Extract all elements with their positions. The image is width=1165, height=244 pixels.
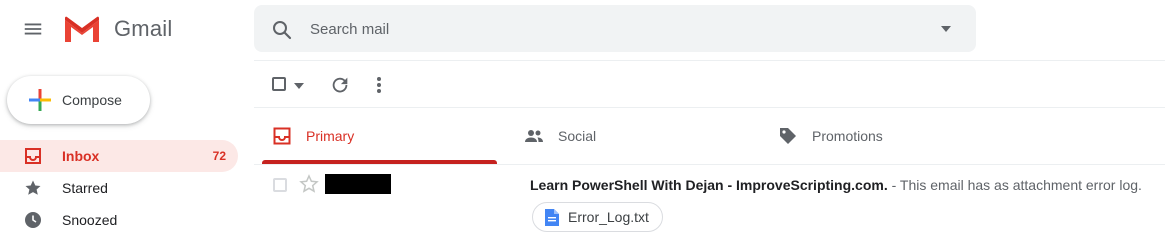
plus-icon	[29, 89, 51, 111]
inbox-icon	[25, 148, 41, 164]
search-icon[interactable]	[270, 18, 294, 42]
more-options-icon[interactable]	[374, 74, 384, 96]
tab-label: Promotions	[812, 128, 883, 144]
unread-count: 72	[212, 149, 226, 163]
refresh-icon[interactable]	[329, 74, 351, 96]
people-icon	[525, 130, 543, 142]
attachment-name: Error_Log.txt	[568, 209, 649, 225]
email-subject-line[interactable]: Learn PowerShell With Dejan - ImproveScr…	[530, 177, 1142, 193]
sidebar-item-snoozed[interactable]: Snoozed	[0, 204, 238, 236]
email-snippet: - This email has as attachment error log…	[887, 177, 1142, 193]
tabs-divider	[254, 164, 1165, 165]
document-icon	[545, 209, 559, 226]
sidebar-item-label: Inbox	[62, 148, 100, 164]
compose-button[interactable]: Compose	[7, 76, 150, 124]
inbox-icon	[273, 127, 291, 145]
tab-label: Social	[558, 128, 597, 144]
compose-label: Compose	[62, 92, 122, 108]
email-checkbox[interactable]	[273, 178, 287, 192]
tab-primary[interactable]: Primary	[262, 108, 497, 164]
select-caret-icon[interactable]	[294, 83, 304, 89]
star-icon	[25, 180, 41, 195]
sidebar-item-inbox[interactable]: Inbox 72	[0, 140, 238, 172]
search-options-caret-icon[interactable]	[936, 22, 956, 36]
clock-icon	[25, 212, 41, 228]
sender-redacted[interactable]	[325, 174, 391, 194]
star-outline-icon[interactable]	[299, 174, 319, 194]
sidebar-item-starred[interactable]: Starred	[0, 172, 238, 204]
sidebar-item-label: Starred	[62, 180, 108, 196]
sidebar-item-label: Snoozed	[62, 212, 118, 228]
email-subject: Learn PowerShell With Dejan - ImproveScr…	[530, 177, 888, 193]
brand-name: Gmail	[114, 16, 173, 41]
search-input[interactable]	[310, 18, 910, 40]
select-all-checkbox[interactable]	[272, 77, 286, 91]
gmail-logo[interactable]	[62, 14, 102, 44]
main-menu-icon[interactable]	[22, 18, 44, 40]
tab-social[interactable]: Social	[514, 108, 749, 164]
header-divider	[254, 60, 1165, 61]
tag-icon	[780, 128, 796, 144]
attachment-chip[interactable]: Error_Log.txt	[532, 202, 663, 232]
tab-label: Primary	[306, 128, 355, 144]
tab-promotions[interactable]: Promotions	[768, 108, 1003, 164]
